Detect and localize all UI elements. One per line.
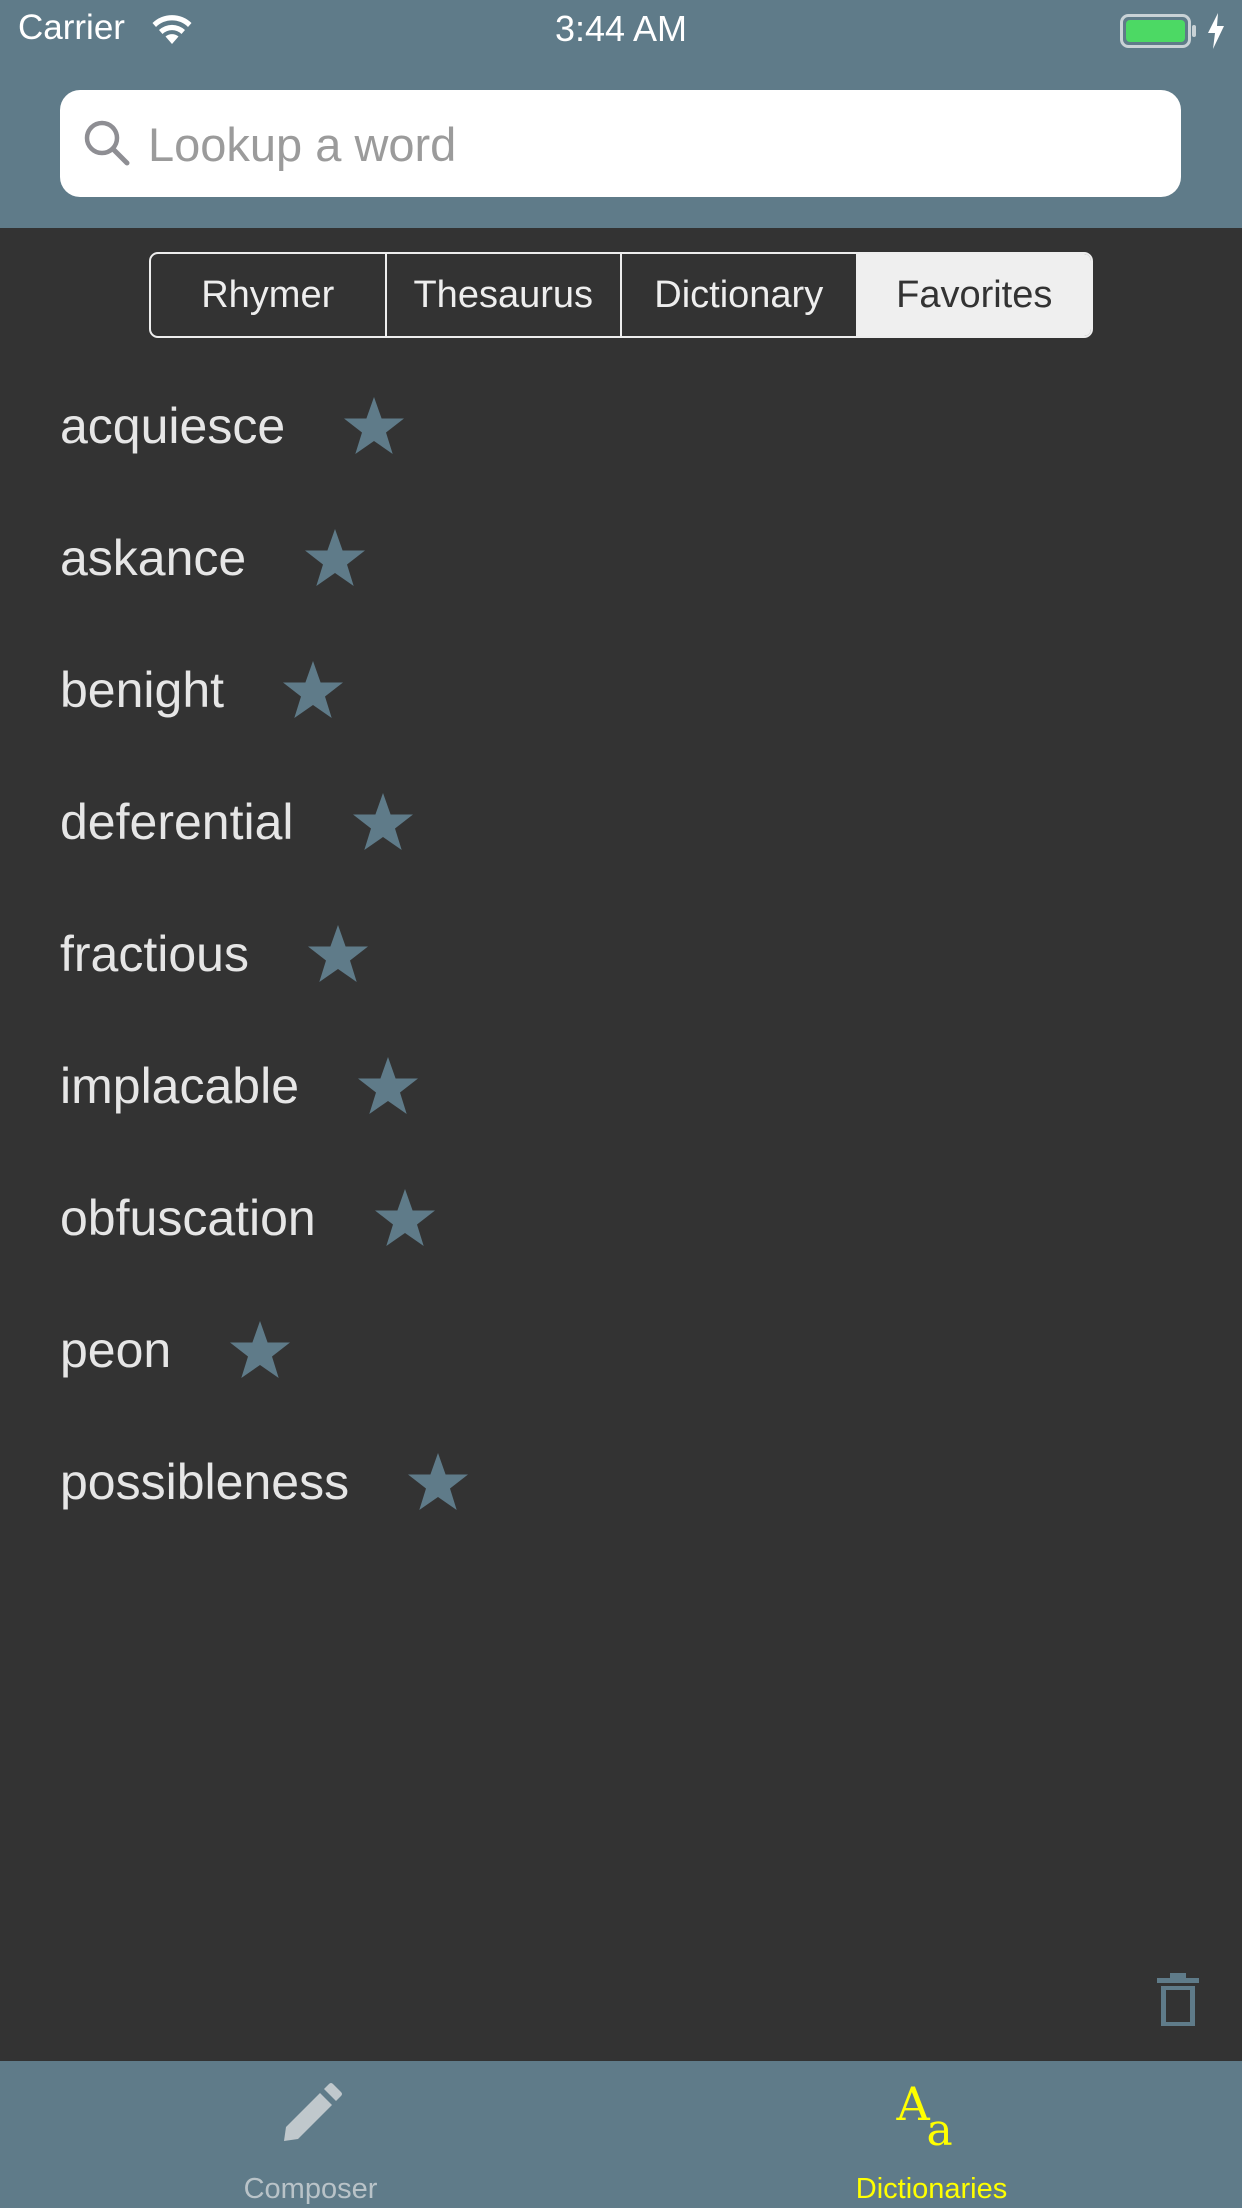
word-label[interactable]: possibleness (60, 1453, 349, 1511)
dictionary-aa-icon: Aa (896, 2077, 953, 2156)
star-icon[interactable] (357, 1056, 419, 1116)
star-icon[interactable] (307, 924, 369, 984)
pencil-icon (0, 2083, 621, 2150)
tab-bar: Composer Aa Dictionaries (0, 2061, 1242, 2208)
list-item[interactable]: askance (60, 492, 1180, 624)
word-label[interactable]: deferential (60, 793, 294, 851)
word-label[interactable]: peon (60, 1321, 171, 1379)
word-label[interactable]: askance (60, 529, 246, 587)
star-icon[interactable] (407, 1452, 469, 1512)
status-bar: Carrier 3:44 AM (0, 0, 1242, 62)
star-icon[interactable] (343, 396, 405, 456)
word-label[interactable]: obfuscation (60, 1189, 316, 1247)
battery-icon (1120, 14, 1198, 53)
search-bar[interactable] (60, 90, 1181, 199)
star-icon[interactable] (304, 528, 366, 588)
word-label[interactable]: fractious (60, 925, 249, 983)
segmented-control: Rhymer Thesaurus Dictionary Favorites (149, 252, 1093, 338)
star-icon[interactable] (352, 792, 414, 852)
favorites-list: acquiesce askance benight deferential fr… (60, 360, 1180, 1548)
segment-favorites[interactable]: Favorites (857, 254, 1091, 336)
list-item[interactable]: deferential (60, 756, 1180, 888)
list-item[interactable]: peon (60, 1284, 1180, 1416)
header-bar: Carrier 3:44 AM (0, 0, 1242, 228)
list-item[interactable]: fractious (60, 888, 1180, 1020)
search-input[interactable] (146, 90, 1150, 199)
tab-dictionaries-label: Dictionaries (855, 2173, 1008, 2205)
word-label[interactable]: acquiesce (60, 397, 285, 455)
tab-composer-label: Composer (243, 2173, 378, 2205)
segment-thesaurus[interactable]: Thesaurus (387, 254, 622, 336)
star-icon[interactable] (229, 1320, 291, 1380)
segment-dictionary[interactable]: Dictionary (622, 254, 858, 336)
trash-icon[interactable] (1156, 1972, 1200, 2033)
segment-rhymer[interactable]: Rhymer (151, 254, 387, 336)
charging-icon (1206, 12, 1226, 55)
word-label[interactable]: implacable (60, 1057, 299, 1115)
star-icon[interactable] (374, 1188, 436, 1248)
star-icon[interactable] (282, 660, 344, 720)
tab-composer[interactable]: Composer (0, 2061, 621, 2208)
list-item[interactable]: benight (60, 624, 1180, 756)
search-icon (82, 118, 132, 173)
word-label[interactable]: benight (60, 661, 224, 719)
list-item[interactable]: implacable (60, 1020, 1180, 1152)
list-item[interactable]: possibleness (60, 1416, 1180, 1548)
list-item[interactable]: obfuscation (60, 1152, 1180, 1284)
list-item[interactable]: acquiesce (60, 360, 1180, 492)
clock: 3:44 AM (554, 8, 688, 49)
tab-dictionaries[interactable]: Aa Dictionaries (621, 2061, 1242, 2208)
